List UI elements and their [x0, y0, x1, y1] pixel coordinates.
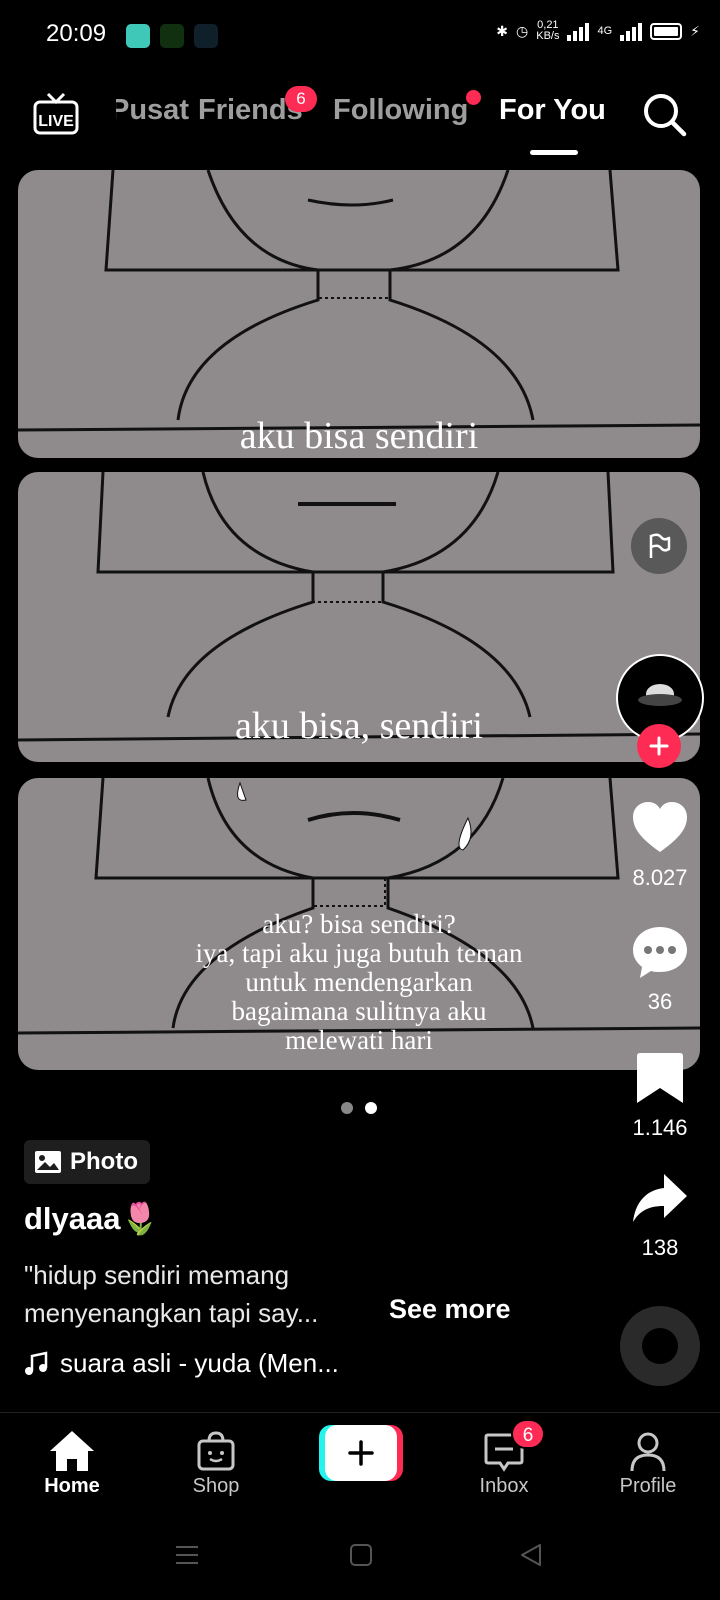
app-notification-icon [160, 24, 184, 48]
network-type: 4G [597, 25, 613, 37]
inbox-badge: 6 [511, 1419, 545, 1449]
panel-caption: aku? bisa sendiri? iya, tapi aku juga bu… [195, 909, 523, 1055]
sound-title: suara asli - yuda (Men... [60, 1348, 339, 1378]
nav-shop[interactable]: Shop [161, 1427, 271, 1498]
panel-caption: aku bisa, sendiri [234, 705, 483, 747]
tab-for-you[interactable]: For You [499, 94, 606, 127]
image-icon [35, 1151, 61, 1173]
friends-badge: 6 [285, 86, 317, 112]
photo-panel[interactable]: aku? bisa sendiri? iya, tapi aku juga bu… [18, 778, 700, 1070]
nav-home[interactable]: Home [17, 1427, 127, 1498]
home-system-icon[interactable] [348, 1542, 374, 1573]
photo-panel[interactable]: aku bisa, sendiri [18, 472, 700, 762]
like-count: 8.027 [632, 865, 688, 890]
nav-profile[interactable]: Profile [593, 1427, 703, 1498]
status-bar: 20:09 ✱ ◷ 0,21 KB/s 4G ⚡ [0, 0, 720, 72]
see-more-link[interactable]: See more [389, 1294, 511, 1325]
following-notification-dot [466, 90, 481, 105]
photo-type-badge: Photo [24, 1140, 150, 1184]
menu-icon[interactable] [174, 1542, 200, 1573]
nav-inbox[interactable]: 6 Inbox [449, 1419, 559, 1498]
status-indicators: ✱ ◷ 0,21 KB/s 4G ⚡ [496, 20, 700, 42]
nav-inbox-label: Inbox [479, 1475, 529, 1497]
like-button[interactable]: 8.027 [620, 800, 700, 891]
sound-link[interactable]: suara asli - yuda (Men... [24, 1348, 339, 1379]
back-icon[interactable] [518, 1542, 544, 1573]
photo-panel[interactable]: aku bisa sendiri [18, 170, 700, 458]
charging-icon: ⚡ [690, 22, 700, 39]
svg-text:LIVE: LIVE [38, 113, 74, 130]
music-note-icon [25, 1350, 48, 1375]
bookmark-icon [637, 1053, 683, 1103]
wifi-signal-icon [567, 21, 590, 41]
nav-home-label: Home [44, 1475, 100, 1497]
status-notification-icons [126, 24, 218, 48]
system-navigation-bar [0, 1520, 720, 1600]
share-count: 138 [641, 1235, 679, 1260]
create-button[interactable] [319, 1425, 403, 1481]
tab-pusat[interactable]: Pusat [116, 94, 189, 127]
battery-icon [650, 22, 683, 40]
status-time: 20:09 [46, 20, 107, 47]
page-dot [341, 1102, 353, 1114]
app-notification-icon [126, 24, 150, 48]
active-tab-indicator [530, 150, 578, 155]
comment-icon [633, 927, 687, 978]
flag-icon[interactable] [631, 518, 687, 574]
app-notification-icon [194, 24, 218, 48]
save-count: 1.146 [632, 1115, 688, 1140]
live-icon[interactable]: LIVE [32, 90, 80, 136]
plus-icon [348, 1440, 374, 1466]
comment-count: 36 [647, 989, 673, 1014]
alarm-icon: ◷ [516, 22, 529, 39]
top-navigation: LIVE Pusat Friends 6 Following For You [0, 80, 720, 160]
follow-button[interactable] [637, 724, 681, 768]
nav-profile-label: Profile [619, 1475, 677, 1497]
shop-icon [197, 1431, 235, 1471]
share-button[interactable]: 138 [620, 1170, 700, 1261]
network-speed: 0,21 KB/s [536, 19, 560, 42]
bottom-navigation: Home Shop 6 Inbox Profile [0, 1412, 720, 1512]
nav-shop-label: Shop [192, 1475, 240, 1497]
search-icon[interactable] [640, 90, 688, 138]
home-icon [50, 1431, 94, 1471]
photo-type-label: Photo [70, 1148, 138, 1175]
save-button[interactable]: 1.146 [620, 1050, 700, 1141]
comment-button[interactable]: 36 [620, 924, 700, 1015]
profile-icon [630, 1432, 666, 1472]
tab-following[interactable]: Following [333, 94, 468, 127]
share-icon [633, 1174, 687, 1222]
username[interactable]: dlyaaa🌷 [24, 1200, 159, 1237]
page-dot-active [365, 1102, 377, 1114]
bluetooth-icon: ✱ [496, 22, 509, 39]
photo-page-indicator [341, 1102, 377, 1114]
cell-signal-icon [620, 21, 643, 41]
heart-icon [633, 802, 687, 852]
music-disc-icon[interactable] [620, 1306, 700, 1386]
panel-caption: aku bisa sendiri [239, 415, 479, 457]
